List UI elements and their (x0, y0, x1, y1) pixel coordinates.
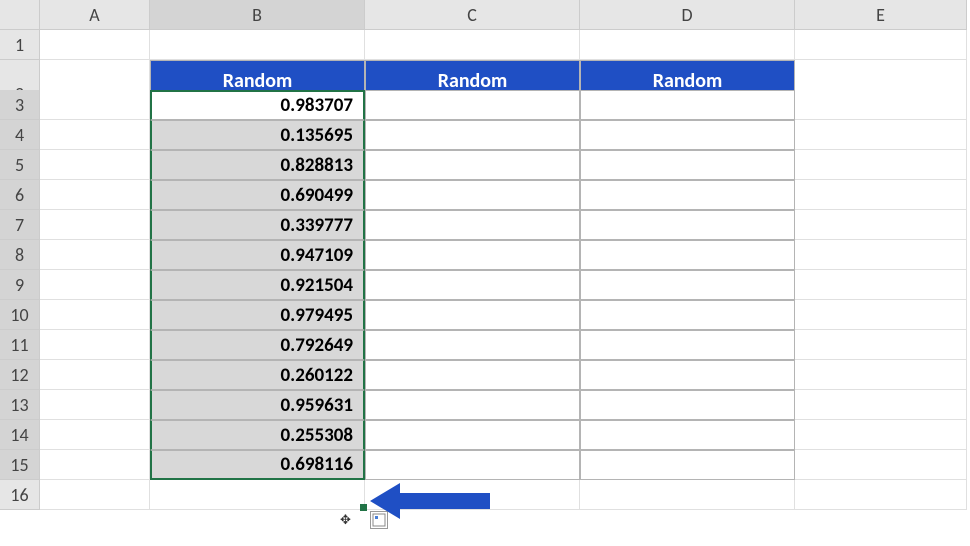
row-header-9[interactable]: 9 (0, 270, 40, 300)
cell-b14[interactable]: 0.255308 (150, 420, 365, 450)
cell-b4[interactable]: 0.135695 (150, 120, 365, 150)
col-header-a[interactable]: A (40, 0, 150, 30)
row-header-7[interactable]: 7 (0, 210, 40, 240)
cell-e6[interactable] (795, 180, 967, 210)
cell-d5[interactable] (580, 150, 795, 180)
cell-e11[interactable] (795, 330, 967, 360)
cell-d6[interactable] (580, 180, 795, 210)
cell-b5[interactable]: 0.828813 (150, 150, 365, 180)
cell-a1[interactable] (40, 30, 150, 60)
cell-d4[interactable] (580, 120, 795, 150)
cell-d7[interactable] (580, 210, 795, 240)
cell-a14[interactable] (40, 420, 150, 450)
cell-d16[interactable] (580, 480, 795, 510)
cell-a10[interactable] (40, 300, 150, 330)
row-header-10[interactable]: 10 (0, 300, 40, 330)
cell-e16[interactable] (795, 480, 967, 510)
cell-d11[interactable] (580, 330, 795, 360)
cell-e1[interactable] (795, 30, 967, 60)
cell-b11[interactable]: 0.792649 (150, 330, 365, 360)
cell-c9[interactable] (365, 270, 580, 300)
cell-d13[interactable] (580, 390, 795, 420)
cell-b7[interactable]: 0.339777 (150, 210, 365, 240)
cell-e7[interactable] (795, 210, 967, 240)
cell-c12[interactable] (365, 360, 580, 390)
cell-c3[interactable] (365, 90, 580, 120)
cell-e3[interactable] (795, 90, 967, 120)
cell-d14[interactable] (580, 420, 795, 450)
cell-e12[interactable] (795, 360, 967, 390)
col-header-e[interactable]: E (795, 0, 967, 30)
row-header-16[interactable]: 16 (0, 480, 40, 510)
arrow-annotation-icon (370, 481, 500, 521)
cell-a4[interactable] (40, 120, 150, 150)
row-header-12[interactable]: 12 (0, 360, 40, 390)
cell-a7[interactable] (40, 210, 150, 240)
cell-b3[interactable]: 0.983707 (150, 90, 365, 120)
cell-b16[interactable] (150, 480, 365, 510)
cell-e9[interactable] (795, 270, 967, 300)
cell-a3[interactable] (40, 90, 150, 120)
cell-d3[interactable] (580, 90, 795, 120)
cell-c15[interactable] (365, 450, 580, 480)
cell-c6[interactable] (365, 180, 580, 210)
cell-d9[interactable] (580, 270, 795, 300)
row-header-1[interactable]: 1 (0, 30, 40, 60)
cell-c11[interactable] (365, 330, 580, 360)
cell-e5[interactable] (795, 150, 967, 180)
row-header-11[interactable]: 11 (0, 330, 40, 360)
row-header-13[interactable]: 13 (0, 390, 40, 420)
cell-c1[interactable] (365, 30, 580, 60)
cell-c14[interactable] (365, 420, 580, 450)
row-header-4[interactable]: 4 (0, 120, 40, 150)
cell-d15[interactable] (580, 450, 795, 480)
cell-b9[interactable]: 0.921504 (150, 270, 365, 300)
cell-d8[interactable] (580, 240, 795, 270)
col-header-b[interactable]: B (150, 0, 365, 30)
fill-handle[interactable] (360, 504, 367, 511)
cell-e15[interactable] (795, 450, 967, 480)
cell-c4[interactable] (365, 120, 580, 150)
cell-a13[interactable] (40, 390, 150, 420)
cell-a6[interactable] (40, 180, 150, 210)
cell-b1[interactable] (150, 30, 365, 60)
cell-b10[interactable]: 0.979495 (150, 300, 365, 330)
cell-c10[interactable] (365, 300, 580, 330)
cell-e4[interactable] (795, 120, 967, 150)
select-all-corner[interactable] (0, 0, 40, 30)
cell-a5[interactable] (40, 150, 150, 180)
col-header-c[interactable]: C (365, 0, 580, 30)
col-header-d[interactable]: D (580, 0, 795, 30)
cell-c5[interactable] (365, 150, 580, 180)
cursor-crosshair-icon: ✥ (340, 513, 351, 528)
cell-d1[interactable] (580, 30, 795, 60)
cell-d12[interactable] (580, 360, 795, 390)
cell-e8[interactable] (795, 240, 967, 270)
row-header-3[interactable]: 3 (0, 90, 40, 120)
cell-e14[interactable] (795, 420, 967, 450)
row-header-14[interactable]: 14 (0, 420, 40, 450)
cell-d10[interactable] (580, 300, 795, 330)
cell-a16[interactable] (40, 480, 150, 510)
cell-a8[interactable] (40, 240, 150, 270)
row-header-15[interactable]: 15 (0, 450, 40, 480)
cell-b15[interactable]: 0.698116 (150, 450, 365, 480)
cell-a11[interactable] (40, 330, 150, 360)
cell-e13[interactable] (795, 390, 967, 420)
spreadsheet-grid: A B C D E 1 2 Random 0 - 1 Random Whole … (0, 0, 970, 510)
cell-c13[interactable] (365, 390, 580, 420)
cell-b6[interactable]: 0.690499 (150, 180, 365, 210)
cell-b12[interactable]: 0.260122 (150, 360, 365, 390)
row-header-5[interactable]: 5 (0, 150, 40, 180)
row-header-8[interactable]: 8 (0, 240, 40, 270)
cell-b8[interactable]: 0.947109 (150, 240, 365, 270)
cell-a15[interactable] (40, 450, 150, 480)
cell-c8[interactable] (365, 240, 580, 270)
row-header-6[interactable]: 6 (0, 180, 40, 210)
cell-a9[interactable] (40, 270, 150, 300)
cell-c7[interactable] (365, 210, 580, 240)
cell-b13[interactable]: 0.959631 (150, 390, 365, 420)
cell-e10[interactable] (795, 300, 967, 330)
cell-a12[interactable] (40, 360, 150, 390)
